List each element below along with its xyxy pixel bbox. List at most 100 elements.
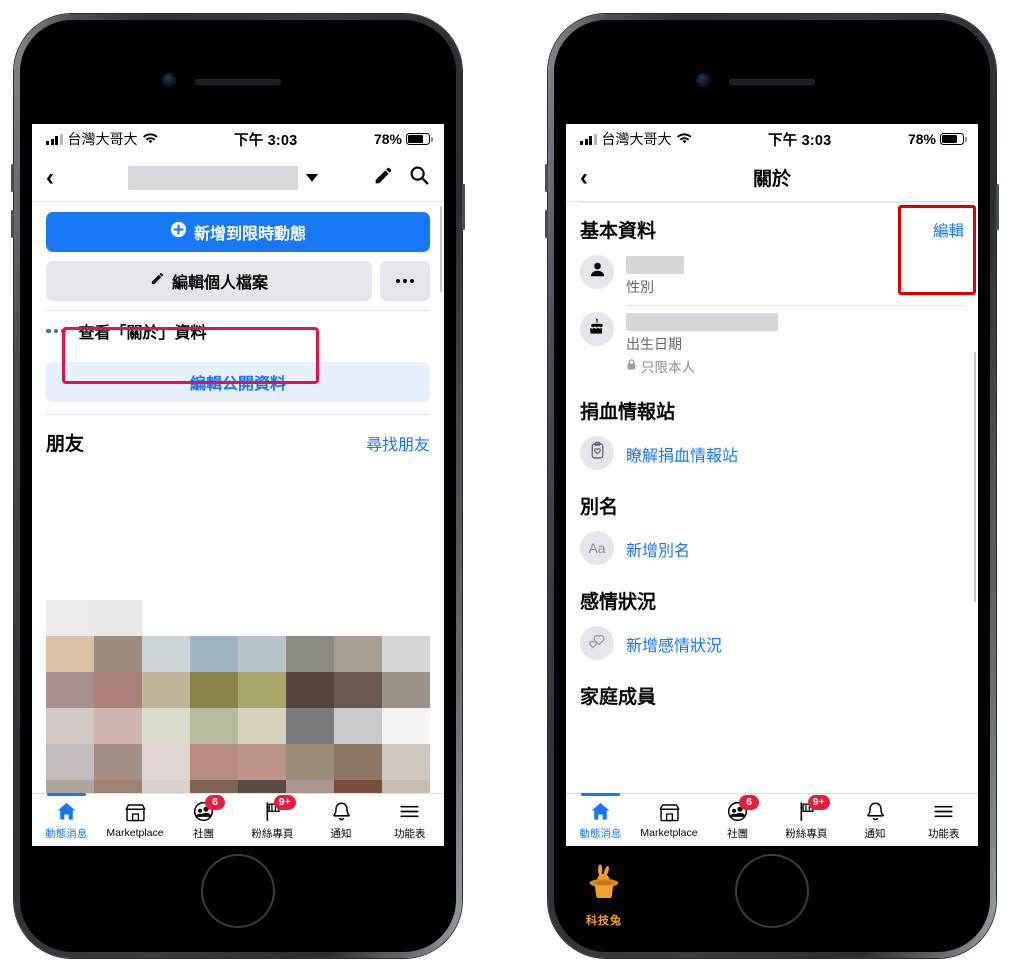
tab-label: 粉絲專頁 bbox=[785, 827, 828, 840]
battery-percent-label: 78% bbox=[907, 131, 936, 147]
tab-home[interactable]: 動態消息 bbox=[566, 793, 635, 846]
battery-icon bbox=[940, 133, 967, 145]
tab-label: Marketplace bbox=[106, 827, 164, 839]
mosaic-cell bbox=[286, 744, 334, 780]
two-hearts-icon bbox=[586, 630, 608, 657]
about-nav-bar: ‹ 關於 bbox=[566, 154, 978, 202]
mosaic-cell bbox=[382, 600, 430, 636]
mosaic-cell bbox=[46, 744, 94, 780]
tab-bell[interactable]: 通知 bbox=[307, 794, 376, 846]
notification-badge: 6 bbox=[205, 795, 226, 811]
front-camera bbox=[697, 74, 709, 86]
edit-profile-button[interactable]: 編輯個人檔案 bbox=[46, 261, 372, 301]
carrier-label: 台灣大哥大 bbox=[601, 131, 672, 147]
clock-label: 下午 3:03 bbox=[234, 132, 298, 149]
tab-storefront[interactable]: Marketplace bbox=[635, 794, 704, 846]
mosaic-cell bbox=[94, 636, 142, 672]
about-row[interactable]: 新增感情狀況 bbox=[580, 620, 964, 669]
signal-bars-icon bbox=[46, 133, 63, 145]
row-link[interactable]: 新增別名 bbox=[626, 537, 690, 561]
mosaic-cell bbox=[190, 672, 238, 708]
pencil-icon[interactable] bbox=[373, 165, 394, 191]
search-icon[interactable] bbox=[408, 164, 430, 191]
section-edit-link[interactable]: 編輯 bbox=[933, 219, 964, 241]
mosaic-cell bbox=[142, 744, 190, 780]
pencil-icon bbox=[150, 271, 165, 291]
section-title: 捐血情報站 bbox=[580, 402, 676, 423]
view-about-button[interactable]: 查看「關於」資料 bbox=[46, 311, 430, 351]
volume-down-button[interactable] bbox=[545, 210, 548, 238]
mosaic-cell bbox=[334, 600, 382, 636]
right-phone-screen: 台灣大哥大 下午 3:03 78% ‹ 關於 基本資料 編輯 性別 出生日期 只… bbox=[566, 124, 978, 846]
wifi-icon bbox=[676, 133, 692, 145]
page-title: 關於 bbox=[752, 169, 791, 190]
find-friends-link[interactable]: 尋找朋友 bbox=[366, 431, 430, 455]
about-row[interactable]: 出生日期只限本人 bbox=[580, 306, 964, 384]
tab-label: 動態消息 bbox=[579, 827, 622, 840]
row-value-redacted bbox=[626, 256, 684, 274]
tab-flag[interactable]: 粉絲專頁 9+ bbox=[238, 794, 307, 846]
mosaic-cell bbox=[238, 672, 286, 708]
back-chevron-icon[interactable]: ‹ bbox=[580, 165, 606, 190]
row-link[interactable]: 新增感情狀況 bbox=[626, 632, 722, 656]
row-icon-circle bbox=[580, 312, 614, 346]
edit-public-details-label: 編輯公開資料 bbox=[189, 376, 286, 393]
home-icon bbox=[589, 800, 612, 823]
tab-label: 功能表 bbox=[927, 827, 960, 840]
home-button[interactable] bbox=[735, 854, 809, 928]
row-sublabel: 性別 bbox=[626, 279, 654, 295]
tab-flag[interactable]: 粉絲專頁 9+ bbox=[772, 794, 841, 846]
about-content: 基本資料 編輯 性別 出生日期 只限本人 捐血情報站 瞭解捐血情報站 別名 Aa 新增別名 感情狀況… bbox=[566, 202, 978, 846]
hamburger-menu-icon bbox=[932, 800, 955, 823]
tab-hamburger-menu[interactable]: 功能表 bbox=[909, 794, 978, 846]
hamburger-menu-icon bbox=[398, 800, 421, 823]
tab-label: 粉絲專頁 bbox=[251, 827, 294, 840]
row-sublabel: 出生日期 bbox=[626, 336, 682, 352]
right-phone-bezel: 台灣大哥大 下午 3:03 78% ‹ 關於 基本資料 編輯 性別 出生日期 只… bbox=[554, 20, 990, 952]
power-button[interactable] bbox=[996, 184, 999, 230]
about-row[interactable]: Aa 新增別名 bbox=[580, 525, 964, 574]
section-title: 感情狀況 bbox=[580, 592, 657, 613]
mosaic-cell bbox=[46, 672, 94, 708]
battery-percent-label: 78% bbox=[373, 131, 402, 147]
scroll-indicator[interactable] bbox=[439, 206, 442, 292]
back-chevron-icon[interactable]: ‹ bbox=[46, 165, 72, 190]
tab-groups[interactable]: 社團 6 bbox=[169, 794, 238, 846]
add-to-story-label: 新增到限時動態 bbox=[193, 226, 306, 243]
left-phone-bezel: 台灣大哥大 下午 3:03 78% ‹ 新增到限時動態 編輯個人檔案 查看「關於… bbox=[20, 20, 456, 952]
mosaic-cell bbox=[238, 744, 286, 780]
volume-up-button[interactable] bbox=[11, 164, 14, 192]
row-icon-circle bbox=[580, 626, 614, 660]
profile-name-area[interactable] bbox=[72, 165, 373, 190]
carrier-label: 台灣大哥大 bbox=[67, 131, 138, 147]
edit-profile-label: 編輯個人檔案 bbox=[171, 275, 268, 292]
row-icon-circle bbox=[580, 436, 614, 470]
profile-secondary-actions: 編輯個人檔案 bbox=[46, 261, 430, 301]
tab-hamburger-menu[interactable]: 功能表 bbox=[375, 794, 444, 846]
row-privacy-label: 只限本人 bbox=[641, 360, 695, 375]
add-to-story-button[interactable]: 新增到限時動態 bbox=[46, 212, 430, 252]
home-button[interactable] bbox=[201, 854, 275, 928]
active-tab-indicator bbox=[581, 793, 620, 796]
row-link[interactable]: 瞭解捐血情報站 bbox=[626, 442, 738, 466]
scroll-indicator[interactable] bbox=[973, 352, 976, 602]
caret-down-icon[interactable] bbox=[305, 173, 318, 182]
birthday-cake-icon bbox=[587, 317, 607, 342]
tab-home[interactable]: 動態消息 bbox=[32, 793, 101, 846]
tab-storefront[interactable]: Marketplace bbox=[101, 794, 170, 846]
mosaic-cell bbox=[46, 636, 94, 672]
profile-actions: 新增到限時動態 編輯個人檔案 查看「關於」資料 編輯公開資料 朋友 尋找朋友 bbox=[32, 212, 444, 456]
about-row[interactable]: 性別 bbox=[580, 249, 964, 305]
volume-up-button[interactable] bbox=[545, 164, 548, 192]
notification-badge: 9+ bbox=[273, 795, 296, 811]
tab-groups[interactable]: 社團 6 bbox=[703, 794, 772, 846]
edit-public-details-button[interactable]: 編輯公開資料 bbox=[46, 362, 430, 402]
about-row[interactable]: 瞭解捐血情報站 bbox=[580, 430, 964, 479]
mosaic-cell bbox=[334, 708, 382, 744]
profile-more-button[interactable] bbox=[380, 261, 430, 301]
tab-label: 社團 bbox=[193, 827, 215, 840]
row-body: 新增別名 bbox=[626, 531, 964, 566]
power-button[interactable] bbox=[462, 184, 465, 230]
tab-bell[interactable]: 通知 bbox=[841, 794, 910, 846]
volume-down-button[interactable] bbox=[11, 210, 14, 238]
